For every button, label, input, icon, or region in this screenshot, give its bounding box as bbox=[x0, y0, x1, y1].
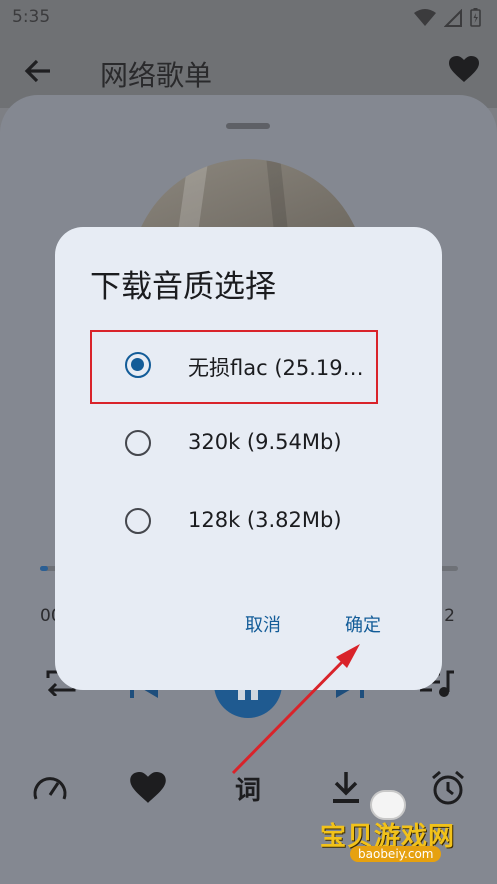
time-total: 2 bbox=[444, 606, 455, 626]
heart-icon bbox=[130, 772, 166, 803]
option-label: 320k (9.54Mb) bbox=[188, 430, 342, 454]
status-time: 5:35 bbox=[12, 7, 51, 27]
favorite-heart-icon[interactable] bbox=[449, 56, 479, 83]
status-icons bbox=[414, 8, 481, 27]
quality-select-dialog: 下载音质选择 无损flac (25.19… 320k (9.54Mb) 128k… bbox=[55, 227, 442, 690]
dialog-title: 下载音质选择 bbox=[90, 269, 276, 305]
battery-icon bbox=[470, 8, 481, 27]
quality-option-320k[interactable]: 320k (9.54Mb) bbox=[90, 407, 412, 477]
speedometer-icon bbox=[33, 777, 67, 800]
progress-fill bbox=[40, 566, 49, 571]
status-bar: 5:35 bbox=[0, 0, 497, 34]
lyrics-label: 词 bbox=[234, 775, 261, 806]
cancel-button[interactable]: 取消 bbox=[245, 611, 281, 637]
wifi-icon bbox=[414, 8, 436, 26]
confirm-button[interactable]: 确定 bbox=[345, 611, 381, 637]
sheet-drag-handle[interactable] bbox=[226, 123, 270, 129]
annotation-highlight-box bbox=[90, 330, 378, 404]
like-button[interactable] bbox=[128, 768, 168, 808]
back-arrow-icon[interactable] bbox=[24, 58, 52, 84]
radio-button[interactable] bbox=[125, 430, 151, 456]
radio-button[interactable] bbox=[125, 508, 151, 534]
signal-icon bbox=[444, 8, 462, 27]
quality-option-128k[interactable]: 128k (3.82Mb) bbox=[90, 485, 412, 555]
page-title: 网络歌单 bbox=[100, 59, 213, 92]
watermark-url: baobeiy.com bbox=[350, 846, 442, 862]
watermark-logo: 宝贝游戏网 baobeiy.com bbox=[320, 790, 470, 868]
speed-button[interactable] bbox=[30, 768, 70, 808]
lyrics-button[interactable]: 词 bbox=[228, 768, 268, 808]
option-label: 128k (3.82Mb) bbox=[188, 508, 342, 532]
